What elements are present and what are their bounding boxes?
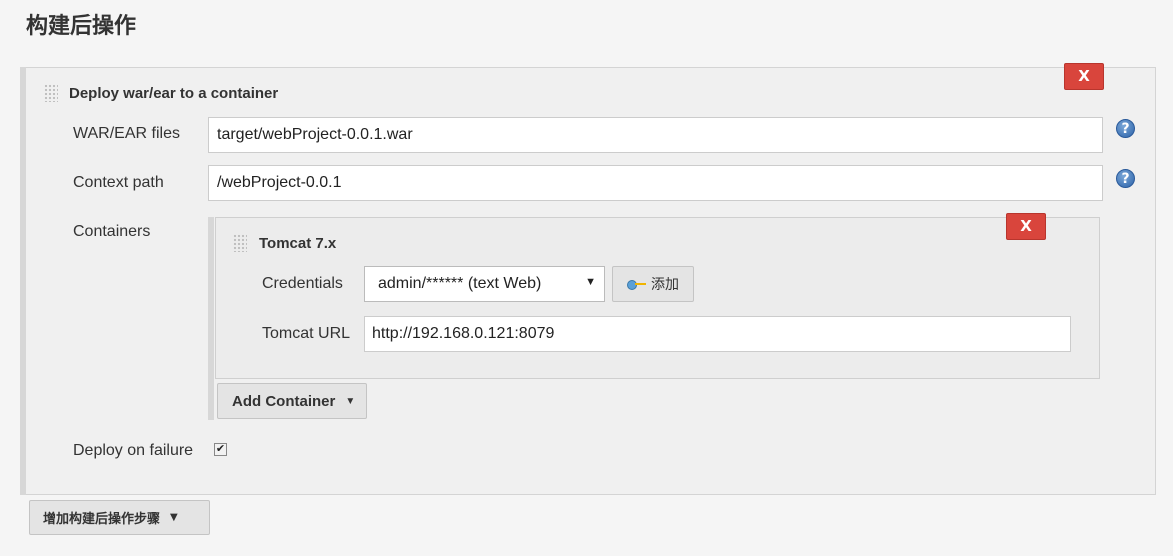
context-path-label: Context path	[73, 174, 164, 191]
war-ear-files-value: target/webProject-0.0.1.war	[217, 126, 413, 143]
tomcat-url-input[interactable]: http://192.168.0.121:8079	[364, 316, 1071, 352]
war-ear-files-label: WAR/EAR files	[73, 125, 180, 142]
section-title: 构建后操作	[26, 14, 137, 39]
container-drag-bar[interactable]	[208, 217, 214, 420]
add-post-build-step-label: 增加构建后操作步骤	[43, 512, 161, 527]
delete-step-button[interactable]: X	[1064, 63, 1104, 90]
drag-handle-icon[interactable]	[44, 84, 58, 102]
tomcat-url-label: Tomcat URL	[262, 325, 351, 342]
key-icon	[627, 278, 647, 290]
context-path-value: /webProject-0.0.1	[217, 174, 342, 191]
help-icon[interactable]: ?	[1116, 169, 1135, 188]
credentials-label: Credentials	[262, 275, 343, 292]
credentials-select[interactable]: admin/****** (text Web) ▼	[364, 266, 605, 302]
add-container-button[interactable]: Add Container ▼	[217, 383, 367, 419]
deploy-on-failure-label: Deploy on failure	[73, 442, 194, 459]
help-icon[interactable]: ?	[1116, 119, 1135, 138]
add-container-label: Add Container	[232, 392, 336, 410]
context-path-input[interactable]: /webProject-0.0.1	[208, 165, 1103, 201]
step-title: Deploy war/ear to a container	[69, 85, 279, 102]
war-ear-files-input[interactable]: target/webProject-0.0.1.war	[208, 117, 1103, 153]
delete-container-button[interactable]: X	[1006, 213, 1046, 240]
drag-handle-icon[interactable]	[233, 234, 247, 252]
caret-down-icon: ▼	[345, 395, 356, 407]
deploy-on-failure-checkbox[interactable]: ✔	[214, 443, 227, 456]
caret-down-icon: ▼	[170, 512, 178, 523]
add-credentials-button[interactable]: 添加	[612, 266, 694, 302]
containers-label: Containers	[73, 223, 151, 240]
container-title: Tomcat 7.x	[259, 235, 337, 252]
add-post-build-step-button[interactable]: 增加构建后操作步骤 ▼	[29, 500, 210, 535]
deploy-step-drag-bar[interactable]	[20, 67, 26, 495]
tomcat-url-value: http://192.168.0.121:8079	[372, 325, 555, 342]
add-credentials-label: 添加	[651, 276, 679, 292]
caret-down-icon: ▼	[585, 276, 596, 288]
credentials-selected-value: admin/****** (text Web)	[378, 275, 542, 292]
